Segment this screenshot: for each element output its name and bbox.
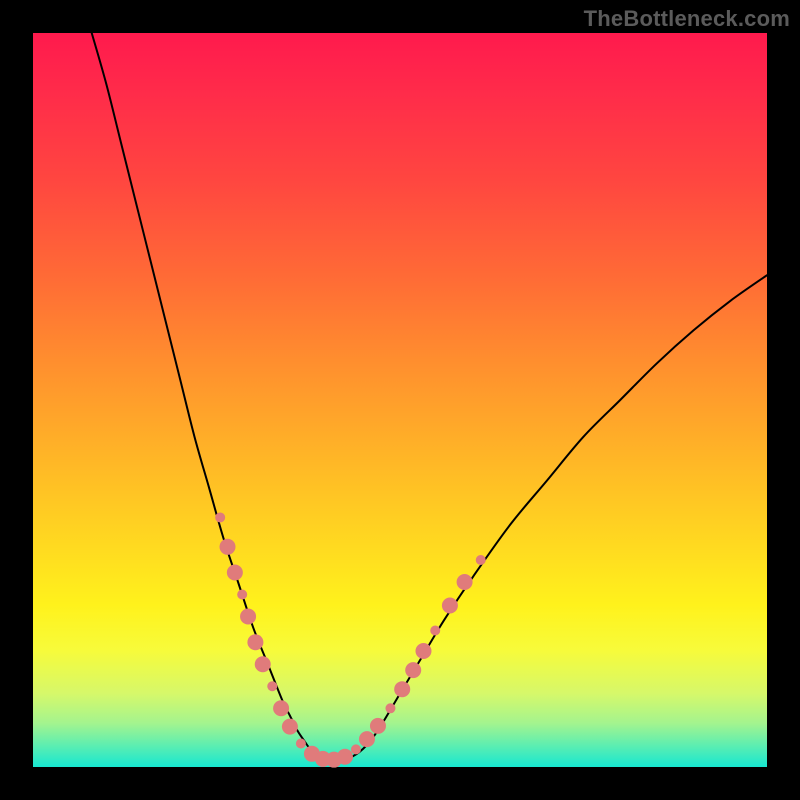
- curve-marker: [370, 718, 386, 734]
- curve-marker: [247, 634, 263, 650]
- curve-marker: [442, 598, 458, 614]
- curve-marker: [337, 749, 353, 765]
- curve-marker: [215, 512, 225, 522]
- curve-marker: [296, 739, 306, 749]
- curve-marker: [430, 625, 440, 635]
- curve-marker: [240, 609, 256, 625]
- plot-area: [33, 33, 767, 767]
- curve-marker: [394, 681, 410, 697]
- watermark-text: TheBottleneck.com: [584, 6, 790, 32]
- chart-stage: TheBottleneck.com: [0, 0, 800, 800]
- curve-marker: [237, 590, 247, 600]
- curve-marker: [415, 643, 431, 659]
- curve-marker: [385, 703, 395, 713]
- curve-marker: [457, 574, 473, 590]
- curve-marker: [351, 744, 361, 754]
- curve-marker: [267, 681, 277, 691]
- chart-overlay: [33, 33, 767, 767]
- curve-marker: [405, 662, 421, 678]
- curve-marker: [227, 564, 243, 580]
- curve-marker: [220, 539, 236, 555]
- curve-marker: [476, 555, 486, 565]
- curve-markers: [215, 512, 486, 767]
- curve-marker: [282, 719, 298, 735]
- curve-marker: [273, 700, 289, 716]
- curve-marker: [255, 656, 271, 672]
- curve-marker: [359, 731, 375, 747]
